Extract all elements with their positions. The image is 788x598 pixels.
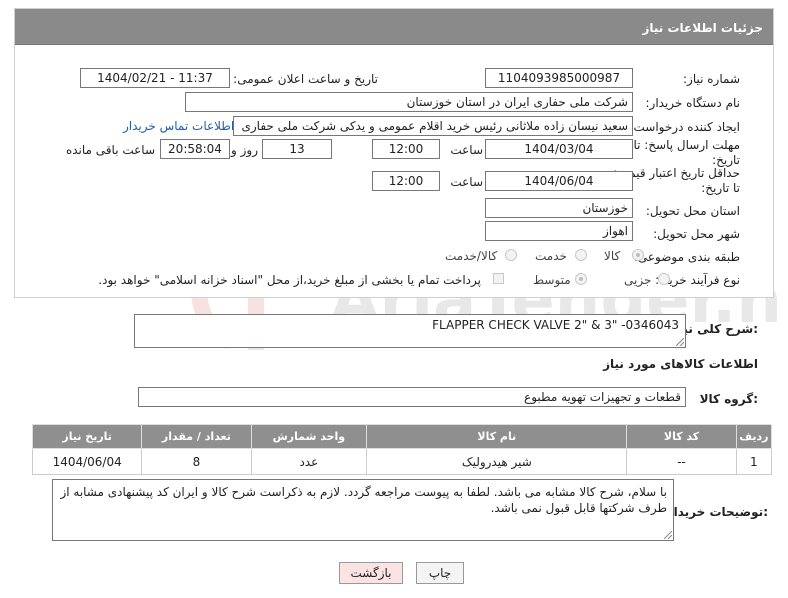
col-unit: واحد شمارش — [250, 424, 368, 449]
cell-goods-code: -- — [626, 448, 737, 475]
remaining-days-field: 13 — [262, 139, 332, 159]
creator-field: سعید نیسان زاده ملاثانی رئیس خرید اقلام … — [233, 116, 633, 136]
buyer-notes-text: با سلام، شرح کالا مشابه می باشد. لطفا به… — [60, 485, 667, 515]
remaining-time-label: ساعت باقی مانده — [65, 143, 155, 157]
buyer-notes-textarea: با سلام، شرح کالا مشابه می باشد. لطفا به… — [52, 479, 674, 541]
resize-handle-icon[interactable] — [664, 531, 672, 539]
panel-title: جزئیات اطلاعات نیاز — [642, 21, 763, 35]
col-quantity: تعداد / مقدار — [141, 424, 252, 449]
need-number-label: شماره نیاز: — [683, 72, 740, 86]
back-button[interactable]: بازگشت — [339, 562, 403, 584]
resize-handle-icon[interactable] — [676, 338, 684, 346]
category-service-radio[interactable] — [575, 249, 587, 261]
announce-label: تاریخ و ساعت اعلان عمومی: — [233, 72, 378, 86]
days-label: روز و — [231, 143, 258, 157]
category-label: طبقه بندی موضوعی: — [633, 250, 740, 264]
goods-group-field: قطعات و تجهیزات تهویه مطبوع — [138, 387, 686, 407]
price-validity-time-field: 12:00 — [372, 171, 440, 191]
treasury-payment-note: پرداخت تمام یا بخشی از مبلغ خرید،از محل … — [98, 273, 481, 287]
reply-time-field: 12:00 — [372, 139, 440, 159]
col-row-no: ردیف — [735, 424, 773, 449]
province-label: استان محل تحویل: — [645, 204, 740, 218]
description-text: FLAPPER CHECK VALVE 2" & 3" -0346043 — [432, 318, 679, 332]
process-minor-radio[interactable] — [658, 273, 670, 285]
cell-unit: عدد — [250, 448, 368, 475]
description-textarea: FLAPPER CHECK VALVE 2" & 3" -0346043 — [134, 314, 686, 348]
process-medium-radio[interactable] — [575, 273, 587, 285]
goods-group-label: گروه کالا: — [699, 392, 758, 406]
buyer-contact-link[interactable]: اطلاعات تماس خریدار — [123, 119, 234, 133]
process-medium-label: متوسط — [533, 273, 571, 287]
category-service-label: خدمت — [535, 249, 567, 263]
remaining-time-field: 20:58:04 — [160, 139, 230, 159]
goods-table: ردیف کد کالا نام کالا واحد شمارش تعداد /… — [31, 424, 773, 475]
price-time-label: ساعت — [450, 175, 483, 189]
buyer-notes-label: توضیحات خریدار: — [666, 505, 768, 519]
cell-need-date: 1404/06/04 — [31, 448, 143, 475]
reply-date-field: 1404/03/04 — [485, 139, 633, 159]
col-goods-code: کد کالا — [626, 424, 737, 449]
table-row: 1 -- شیر هیدرولیک عدد 8 1404/06/04 — [31, 448, 773, 475]
cell-goods-name: شیر هیدرولیک — [366, 448, 628, 475]
buyer-org-field: شرکت ملی حفاری ایران در استان خوزستان — [185, 92, 633, 112]
province-field: خوزستان — [485, 198, 633, 218]
process-minor-label: جزیی — [624, 273, 652, 287]
col-need-date: تاریخ نیاز — [31, 424, 143, 449]
cell-row-no: 1 — [735, 448, 773, 475]
panel-header: جزئیات اطلاعات نیاز — [15, 9, 773, 45]
category-goods-service-radio[interactable] — [505, 249, 517, 261]
goods-section-title: اطلاعات کالاهای مورد نیاز — [603, 357, 758, 371]
need-number-field: 1104093985000987 — [485, 68, 633, 88]
category-goods-label: کالا — [604, 249, 621, 263]
cell-quantity: 8 — [141, 448, 252, 475]
category-goods-radio[interactable] — [632, 249, 644, 261]
reply-time-label: ساعت — [450, 143, 483, 157]
city-label: شهر محل تحویل: — [653, 227, 740, 241]
price-validity-date-field: 1404/06/04 — [485, 171, 633, 191]
goods-table-header: ردیف کد کالا نام کالا واحد شمارش تعداد /… — [31, 424, 773, 449]
col-goods-name: نام کالا — [366, 424, 628, 449]
buyer-org-label: نام دستگاه خریدار: — [645, 96, 741, 110]
city-field: اهواز — [485, 221, 633, 241]
announce-datetime-field: 1404/02/21 - 11:37 — [80, 68, 230, 88]
treasury-payment-checkbox[interactable] — [493, 273, 504, 284]
reply-deadline-label: مهلت ارسال پاسخ: تا تاریخ: — [633, 138, 740, 167]
category-goods-service-label: کالا/خدمت — [445, 249, 498, 263]
creator-label: ایجاد کننده درخواست: — [629, 120, 740, 134]
print-button[interactable]: چاپ — [416, 562, 464, 584]
